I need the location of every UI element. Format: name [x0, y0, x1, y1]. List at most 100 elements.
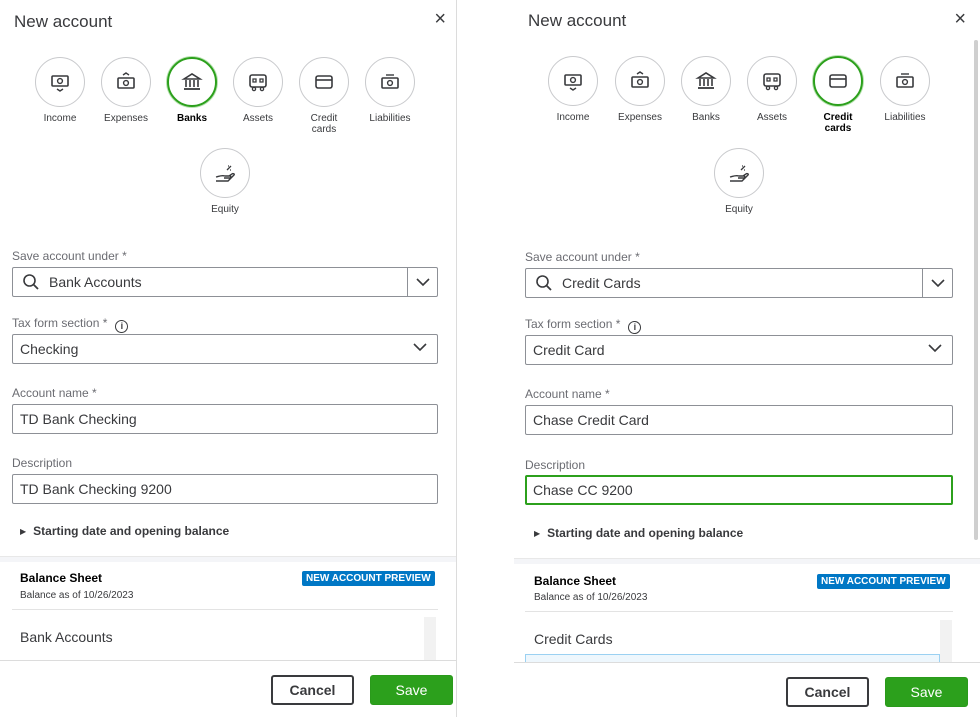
- type-label: Equity: [211, 204, 239, 215]
- section-divider: [514, 558, 980, 564]
- type-credit-cards[interactable]: Credit cards: [289, 57, 359, 135]
- chevron-down-icon: [413, 343, 427, 352]
- type-label: Equity: [725, 204, 753, 215]
- balance-sheet-row: Credit Cards: [534, 631, 613, 647]
- section-divider: [0, 556, 456, 562]
- type-label: Income: [556, 112, 590, 123]
- assets-icon: [233, 57, 283, 107]
- tax-section-label: Tax form section * i: [525, 317, 642, 334]
- save-under-label: Save account under *: [12, 249, 127, 263]
- type-assets[interactable]: Assets: [737, 56, 807, 123]
- caret-right-icon: ▶: [534, 529, 541, 538]
- panel-scrollbar[interactable]: [974, 40, 978, 540]
- type-label: Liabilities: [369, 113, 411, 124]
- type-banks[interactable]: Banks: [157, 57, 227, 124]
- opening-balance-expander[interactable]: ▶ Starting date and opening balance: [20, 524, 229, 538]
- description-value: Chase CC 9200: [533, 482, 633, 498]
- tax-section-select[interactable]: Checking: [12, 334, 438, 364]
- expenses-icon: [615, 56, 665, 106]
- screenshot-root: New account × Income Expenses Banks Asse…: [0, 0, 980, 717]
- type-income[interactable]: Income: [538, 56, 608, 123]
- equity-icon: [714, 148, 764, 198]
- new-account-preview-badge: NEW ACCOUNT PREVIEW: [302, 571, 435, 586]
- description-input[interactable]: Chase CC 9200: [525, 475, 953, 505]
- description-input[interactable]: TD Bank Checking 9200: [12, 474, 438, 504]
- type-label: Income: [43, 113, 77, 124]
- type-label: Credit cards: [310, 113, 338, 135]
- row-divider: [525, 611, 953, 612]
- type-liabilities[interactable]: Liabilities: [355, 57, 425, 124]
- type-equity[interactable]: Equity: [704, 148, 774, 215]
- assets-icon: [747, 56, 797, 106]
- balance-sheet-title: Balance Sheet: [20, 571, 103, 585]
- balance-sheet-title: Balance Sheet: [534, 574, 617, 588]
- info-icon[interactable]: i: [115, 320, 129, 333]
- new-account-preview-badge: NEW ACCOUNT PREVIEW: [817, 574, 950, 589]
- save-under-value: Credit Cards: [562, 275, 641, 291]
- liabilities-icon: [365, 57, 415, 107]
- type-label: Expenses: [618, 112, 662, 123]
- type-label: Expenses: [104, 113, 148, 124]
- chevron-down-icon: [930, 278, 945, 287]
- balance-sheet-date: Balance as of 10/26/2023: [20, 590, 134, 601]
- type-banks[interactable]: Banks: [671, 56, 741, 123]
- tax-section-select[interactable]: Credit Card: [525, 335, 953, 365]
- type-label: Assets: [242, 113, 273, 124]
- tax-section-value: Credit Card: [533, 342, 605, 358]
- account-name-label: Account name *: [525, 387, 610, 401]
- panel-gap: [457, 0, 514, 717]
- account-name-input[interactable]: Chase Credit Card: [525, 405, 953, 435]
- search-icon: [23, 274, 39, 290]
- type-expenses[interactable]: Expenses: [605, 56, 675, 123]
- type-expenses[interactable]: Expenses: [91, 57, 161, 124]
- type-income[interactable]: Income: [25, 57, 95, 124]
- type-label: Assets: [756, 112, 787, 123]
- type-equity[interactable]: Equity: [190, 148, 260, 215]
- save-under-combobox[interactable]: Bank Accounts: [12, 267, 438, 297]
- tax-section-value: Checking: [20, 341, 79, 357]
- close-icon[interactable]: ×: [434, 9, 446, 29]
- equity-icon: [200, 148, 250, 198]
- save-under-dropdown-button[interactable]: [407, 268, 437, 296]
- info-icon[interactable]: i: [628, 321, 642, 334]
- account-name-label: Account name *: [12, 386, 97, 400]
- scrollbar-thumb[interactable]: [974, 40, 978, 540]
- account-name-value: TD Bank Checking: [20, 411, 137, 427]
- cancel-button[interactable]: Cancel: [271, 675, 354, 705]
- opening-balance-expander[interactable]: ▶ Starting date and opening balance: [534, 526, 743, 540]
- panel-title: New account: [528, 11, 627, 30]
- close-icon[interactable]: ×: [954, 9, 966, 29]
- type-liabilities[interactable]: Liabilities: [870, 56, 940, 123]
- save-under-combobox[interactable]: Credit Cards: [525, 268, 953, 298]
- preview-scrollbar[interactable]: [940, 620, 952, 662]
- type-assets[interactable]: Assets: [223, 57, 293, 124]
- income-icon: [548, 56, 598, 106]
- save-under-value: Bank Accounts: [49, 274, 142, 290]
- panel-title: New account: [14, 12, 113, 31]
- save-under-dropdown-button[interactable]: [922, 269, 952, 297]
- type-label: Banks: [176, 113, 207, 124]
- description-label: Description: [525, 458, 586, 472]
- balance-sheet-date: Balance as of 10/26/2023: [534, 592, 648, 603]
- save-button[interactable]: Save: [885, 677, 968, 707]
- type-credit-cards[interactable]: Credit cards: [803, 56, 873, 134]
- bank-icon: [681, 56, 731, 106]
- account-name-value: Chase Credit Card: [533, 412, 649, 428]
- tax-section-label: Tax form section * i: [12, 316, 129, 333]
- account-name-input[interactable]: TD Bank Checking: [12, 404, 438, 434]
- expenses-icon: [101, 57, 151, 107]
- chevron-down-icon: [415, 277, 430, 286]
- chevron-down-icon: [928, 344, 942, 353]
- balance-sheet-row: Bank Accounts: [20, 629, 113, 645]
- description-label: Description: [12, 456, 73, 470]
- search-icon: [536, 275, 552, 291]
- row-divider: [12, 609, 438, 610]
- preview-scrollbar[interactable]: [424, 617, 436, 661]
- credit-card-icon: [299, 57, 349, 107]
- new-account-panel-credit-cards: New account × Income Expenses Banks Asse…: [514, 0, 980, 717]
- cancel-button[interactable]: Cancel: [786, 677, 869, 707]
- type-label: Liabilities: [884, 112, 926, 123]
- save-button[interactable]: Save: [370, 675, 453, 705]
- panel-footer: Cancel Save: [0, 660, 456, 717]
- bank-icon: [167, 57, 217, 107]
